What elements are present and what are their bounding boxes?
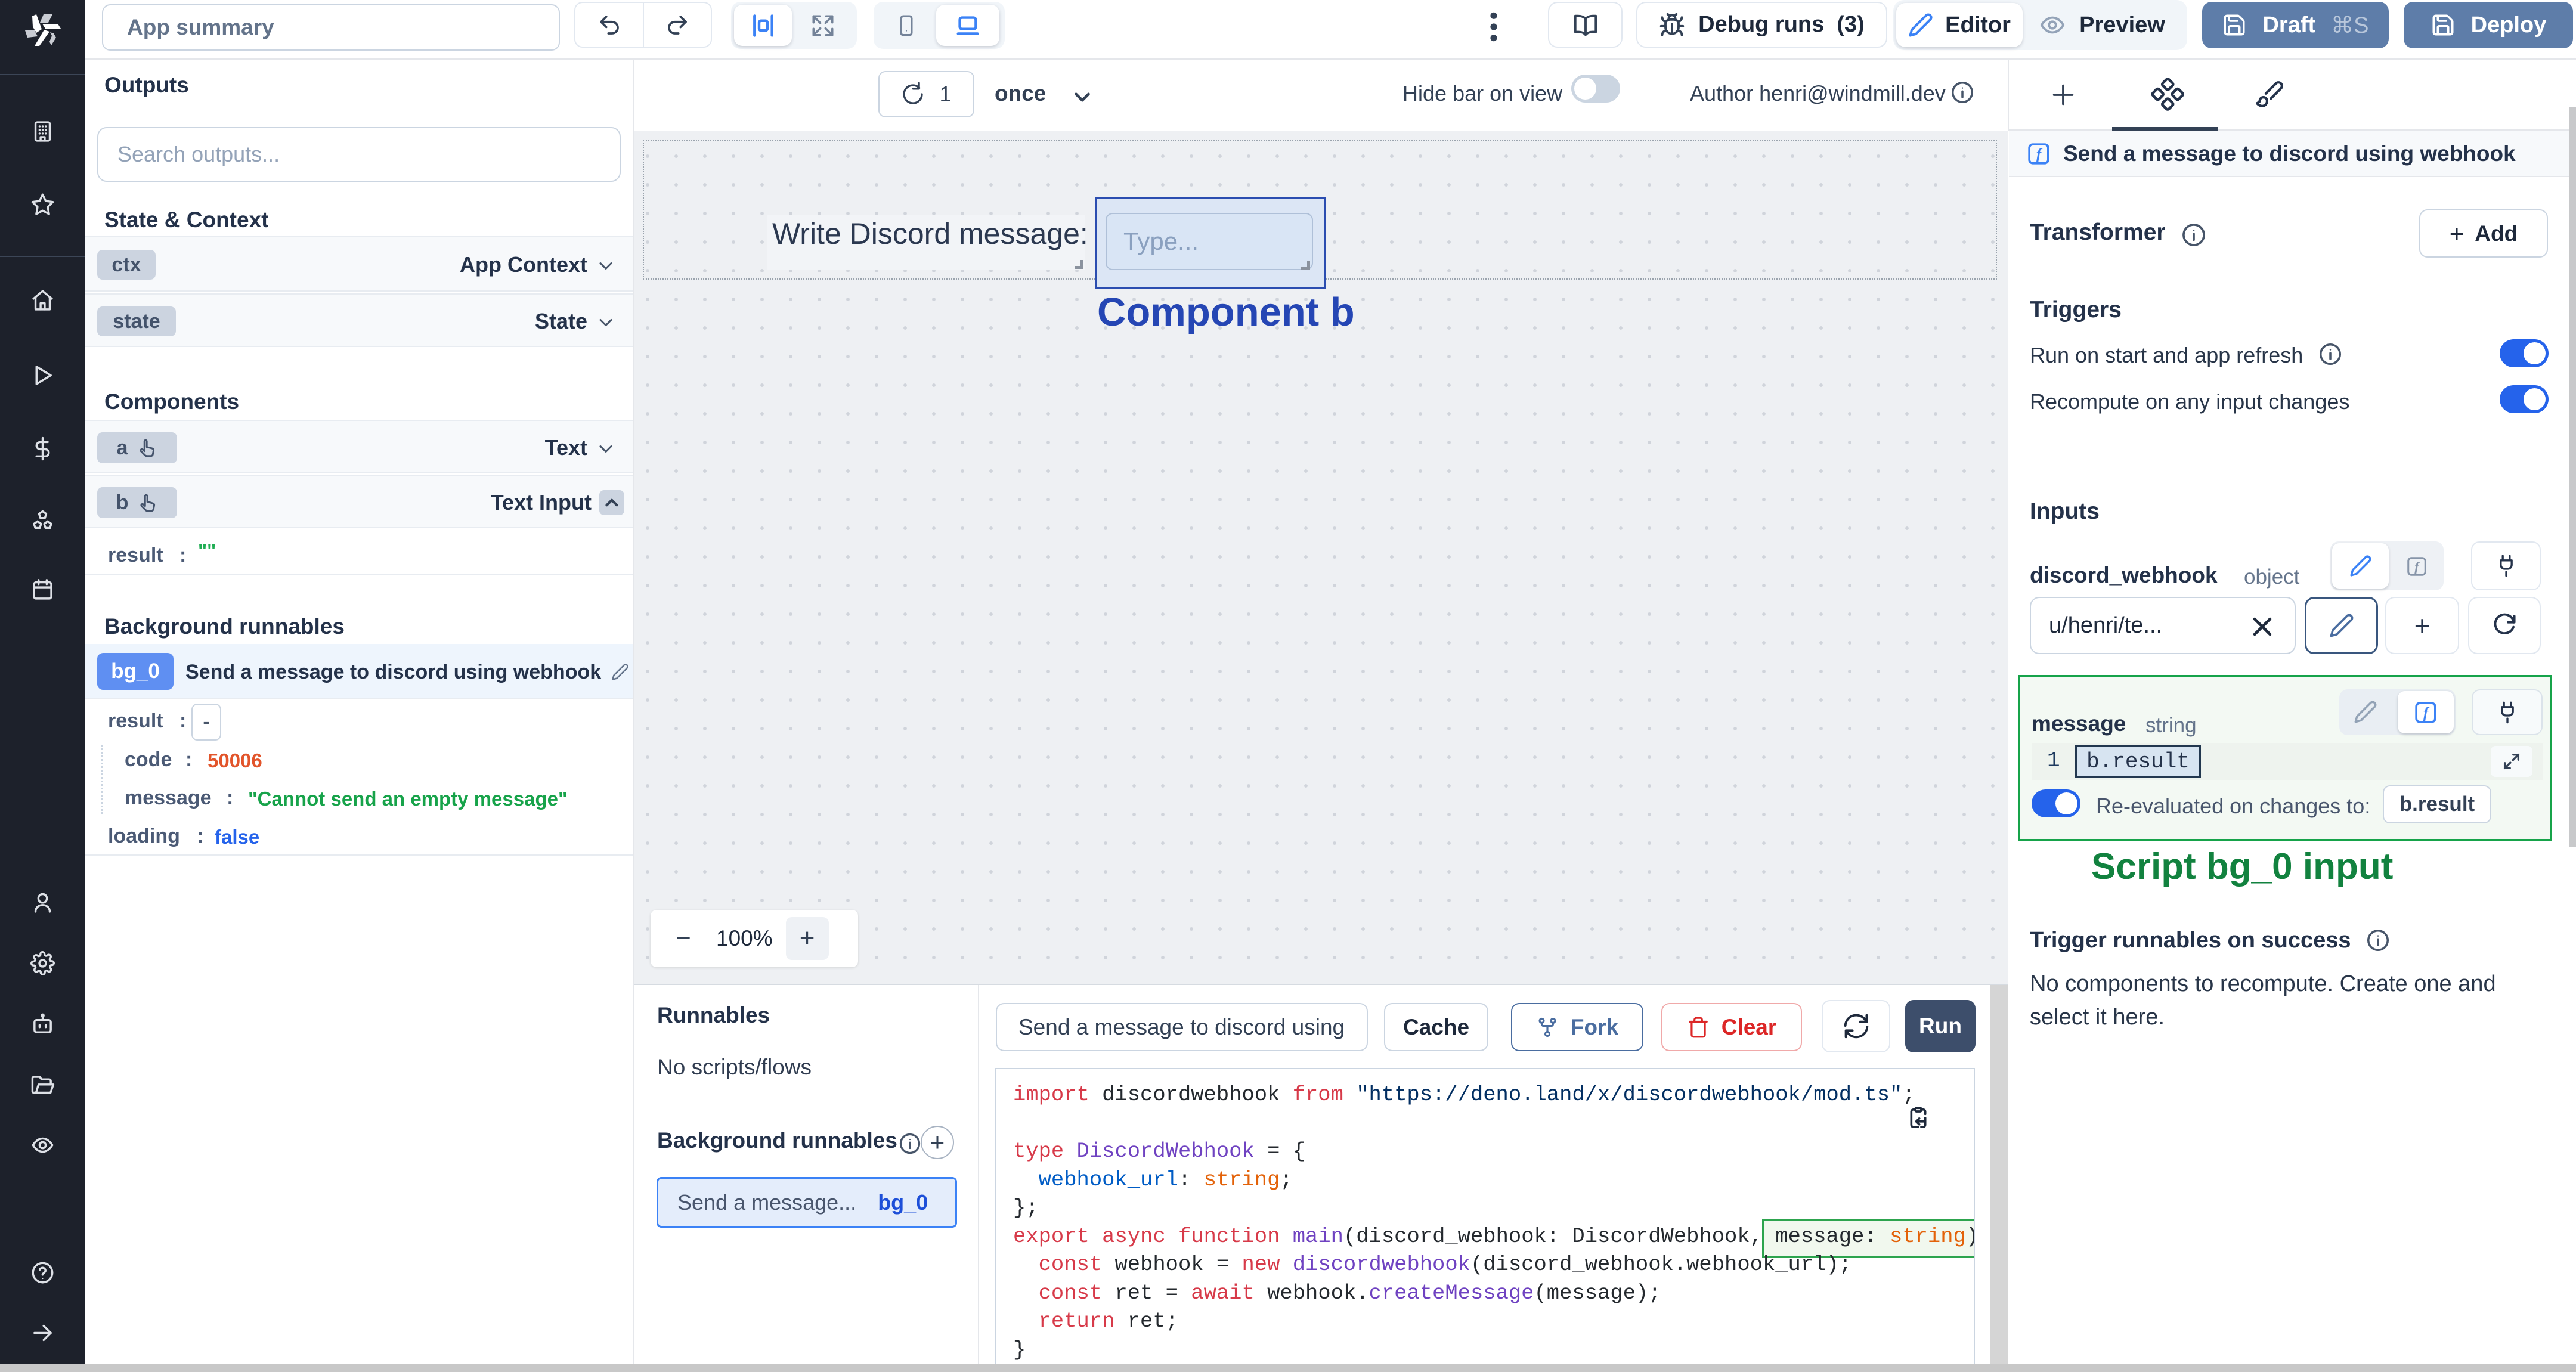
svg-text:f: f: [2036, 146, 2043, 162]
svg-text:f: f: [2423, 705, 2430, 721]
svg-text:f: f: [2414, 559, 2420, 574]
